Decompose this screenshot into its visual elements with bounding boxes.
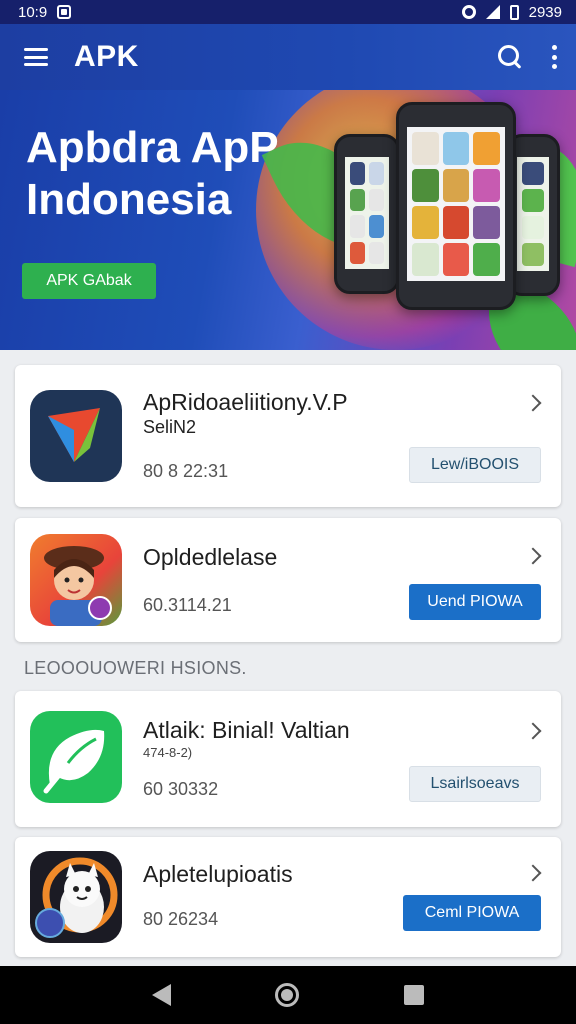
menu-icon[interactable] (24, 48, 48, 66)
banner-cta-button[interactable]: APK GAbak (22, 263, 156, 299)
search-icon[interactable] (496, 43, 524, 71)
chevron-right-icon[interactable] (524, 864, 542, 882)
arrow-logo-icon (30, 390, 122, 482)
recents-icon[interactable] (403, 985, 424, 1005)
app-subtitle: SeliN2 (143, 417, 197, 437)
phone-mockup-left (334, 134, 400, 294)
more-vert-icon[interactable] (550, 45, 558, 69)
status-right: 2939 (461, 3, 562, 21)
ring-icon (461, 5, 476, 19)
banner-title-line: Apbdra ApP (26, 123, 279, 172)
app-card[interactable]: Opldedlelase 60.3114.21 Uend PIOWA (15, 518, 561, 642)
chevron-right-icon[interactable] (524, 722, 542, 740)
chevron-right-icon[interactable] (524, 547, 542, 565)
app-card[interactable]: ApRidoaeliitiony.V.P SeliN2 80 8 22:31 L… (15, 365, 561, 507)
signal-icon (485, 5, 500, 19)
status-bar: 10:9 2939 (0, 0, 576, 24)
system-nav-bar (0, 966, 576, 1024)
app-title: APK (74, 40, 139, 73)
app-name: Opldedlelase (143, 544, 278, 570)
phone-screen (517, 157, 549, 271)
section-header: LEOOOUOWERI HSIONS. (24, 658, 247, 678)
banner-title-line: Indonesia (26, 175, 232, 224)
card-action-button[interactable]: Lsairlsoeavs (409, 766, 541, 802)
home-icon[interactable] (275, 983, 300, 1007)
card-action-button[interactable]: Lew/iBOOIS (409, 447, 541, 483)
status-left: 10:9 (18, 3, 72, 21)
app-card[interactable]: Apletelupioatis 80 26234 Ceml PIOWA (15, 837, 561, 957)
chevron-right-icon[interactable] (524, 394, 542, 412)
battery-icon (509, 4, 519, 20)
app-name: Atlaik: Binial! Valtian (143, 717, 350, 743)
promo-banner[interactable]: Apbdra ApP Indonesia APK GAbak (0, 90, 576, 350)
app-subtitle: 474-8-2) (143, 745, 193, 760)
notification-icon (57, 5, 72, 19)
phone-screen (345, 157, 389, 269)
status-time: 10:9 (18, 3, 48, 21)
app-name: ApRidoaeliitiony.V.P (143, 389, 348, 415)
app-meta: 60 30332 (143, 779, 219, 799)
app-meta: 80 8 22:31 (143, 461, 229, 481)
app-meta: 60.3114.21 (143, 595, 232, 615)
cartoon-cat-icon (30, 851, 122, 943)
card-action-button[interactable]: Ceml PIOWA (403, 895, 541, 931)
back-icon[interactable] (152, 984, 172, 1006)
app-meta: 80 26234 (143, 909, 219, 929)
banner-title: Apbdra ApP Indonesia (26, 122, 279, 226)
leaf-chat-icon (30, 711, 122, 803)
app-bar: APK (0, 24, 576, 90)
app-name: Apletelupioatis (143, 861, 293, 887)
app-card[interactable]: Atlaik: Binial! Valtian 474-8-2) 60 3033… (15, 691, 561, 827)
status-right-text: 2939 (528, 3, 562, 21)
character-avatar-icon (30, 534, 122, 626)
card-action-button[interactable]: Uend PIOWA (409, 584, 541, 620)
phone-mockup-center (396, 102, 516, 310)
phone-screen (407, 127, 505, 281)
